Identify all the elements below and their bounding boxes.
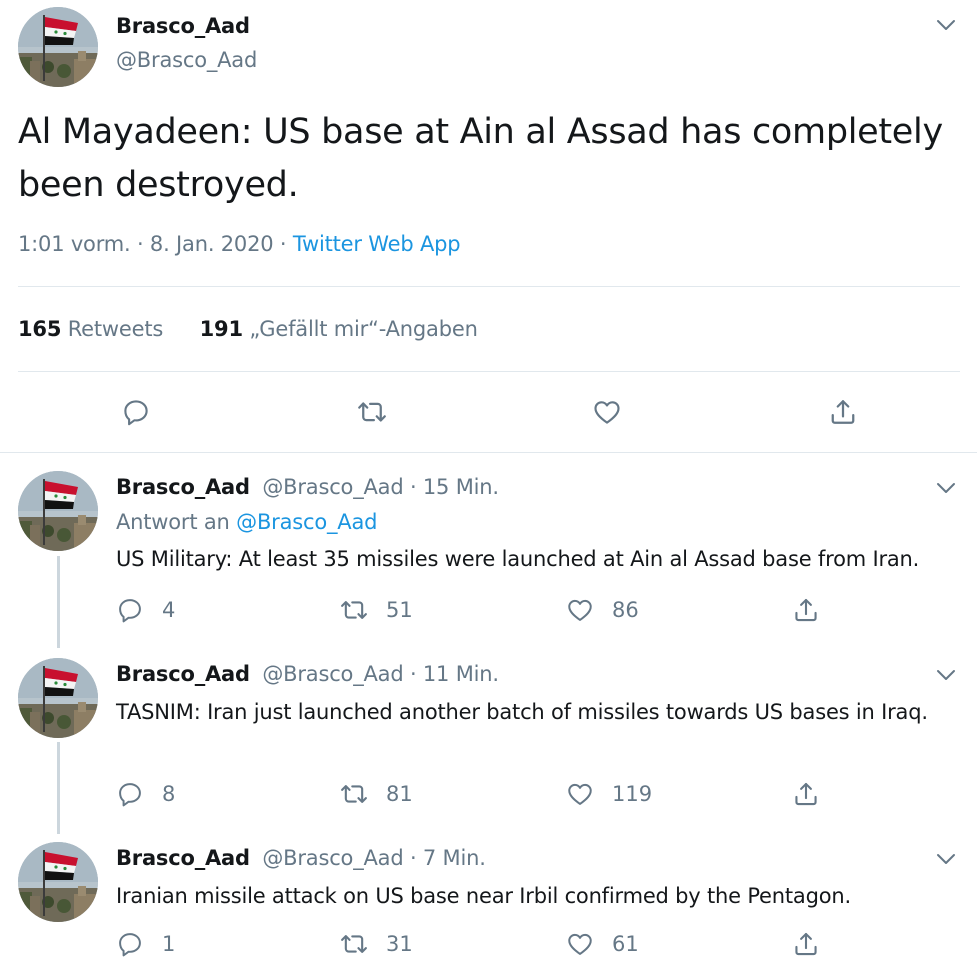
retweets-count: 165	[18, 317, 62, 341]
tweet-source-link[interactable]: Twitter Web App	[293, 232, 461, 256]
retweets-label: Retweets	[67, 317, 164, 341]
like-count: 86	[612, 598, 639, 622]
likes-label: „Gefällt mir“-Angaben	[249, 317, 478, 341]
like-count: 61	[612, 932, 639, 956]
tweet-time[interactable]: 1:01 vorm. · 8. Jan. 2020 ·	[18, 232, 293, 256]
reply-handle[interactable]: @Brasco_Aad	[262, 475, 403, 499]
avatar[interactable]	[18, 7, 98, 87]
reply-header: Brasco_Aad @Brasco_Aad · 15 Min.	[116, 475, 499, 499]
share-icon	[792, 780, 820, 808]
reply-time[interactable]: · 7 Min.	[403, 846, 486, 870]
reply-count: 8	[162, 782, 176, 806]
heart-icon	[566, 930, 594, 958]
reply-text: TASNIM: Iran just launched another batch…	[116, 700, 928, 724]
divider	[18, 371, 960, 372]
retweets-stat[interactable]: 165 Retweets	[18, 317, 163, 341]
reply-display-name[interactable]: Brasco_Aad	[116, 846, 250, 870]
retweet-icon[interactable]	[357, 397, 387, 427]
share-action[interactable]	[792, 930, 838, 958]
avatar[interactable]	[18, 658, 98, 738]
avatar[interactable]	[18, 842, 98, 922]
share-icon	[792, 930, 820, 958]
like-action[interactable]: 86	[566, 596, 639, 624]
author-handle[interactable]: @Brasco_Aad	[116, 48, 257, 72]
thread-line	[57, 742, 60, 834]
reply-action[interactable]: 4	[116, 596, 175, 624]
retweet-icon	[340, 780, 368, 808]
share-action[interactable]	[792, 780, 838, 808]
avatar-image	[18, 658, 98, 738]
heart-icon[interactable]	[592, 397, 622, 427]
retweet-count: 81	[386, 782, 413, 806]
reply-handle[interactable]: @Brasco_Aad	[262, 846, 403, 870]
tweet-text: Al Mayadeen: US base at Ain al Assad has…	[18, 112, 943, 205]
reply-to: Antwort an @Brasco_Aad	[116, 510, 377, 534]
divider	[18, 286, 960, 287]
avatar-image	[18, 7, 98, 87]
share-action[interactable]	[792, 596, 838, 624]
avatar-image	[18, 842, 98, 922]
reply-icon	[116, 596, 144, 624]
share-icon	[792, 596, 820, 624]
reply-time[interactable]: · 11 Min.	[403, 662, 499, 686]
reply-handle[interactable]: @Brasco_Aad	[262, 662, 403, 686]
retweet-action[interactable]: 51	[340, 596, 413, 624]
retweet-count: 31	[386, 932, 413, 956]
like-count: 119	[612, 782, 653, 806]
reply-display-name[interactable]: Brasco_Aad	[116, 475, 250, 499]
like-action[interactable]: 119	[566, 780, 652, 808]
chevron-down-icon[interactable]	[936, 481, 956, 495]
reply-icon[interactable]	[121, 397, 151, 427]
avatar-image	[18, 471, 98, 551]
chevron-down-icon[interactable]	[936, 852, 956, 866]
author-display-name[interactable]: Brasco_Aad	[116, 14, 250, 38]
likes-count: 191	[199, 317, 243, 341]
retweet-action[interactable]: 31	[340, 930, 413, 958]
reply-to-handle[interactable]: @Brasco_Aad	[236, 510, 377, 534]
likes-stat[interactable]: 191 „Gefällt mir“-Angaben	[200, 317, 478, 341]
thread-line	[57, 556, 60, 648]
heart-icon	[566, 596, 594, 624]
like-action[interactable]: 61	[566, 930, 639, 958]
reply-count: 1	[162, 932, 176, 956]
tweet-stats: 165 Retweets 191 „Gefällt mir“-Angaben	[18, 317, 478, 341]
chevron-down-icon[interactable]	[936, 18, 956, 32]
divider	[0, 452, 977, 453]
reply-header: Brasco_Aad @Brasco_Aad · 7 Min.	[116, 846, 486, 870]
reply-display-name[interactable]: Brasco_Aad	[116, 662, 250, 686]
reply-text: US Military: At least 35 missiles were l…	[116, 547, 920, 571]
reply-icon	[116, 780, 144, 808]
retweet-action[interactable]: 81	[340, 780, 413, 808]
share-icon[interactable]	[828, 397, 858, 427]
chevron-down-icon[interactable]	[936, 668, 956, 682]
reply-count: 4	[162, 598, 176, 622]
reply-text: Iranian missile attack on US base near I…	[116, 884, 851, 908]
reply-to-label: Antwort an	[116, 510, 237, 534]
reply-action[interactable]: 8	[116, 780, 175, 808]
reply-time[interactable]: · 15 Min.	[403, 475, 499, 499]
reply-icon	[116, 930, 144, 958]
retweet-icon	[340, 596, 368, 624]
reply-header: Brasco_Aad @Brasco_Aad · 11 Min.	[116, 662, 499, 686]
retweet-count: 51	[386, 598, 413, 622]
reply-action[interactable]: 1	[116, 930, 175, 958]
tweet-timestamp: 1:01 vorm. · 8. Jan. 2020 · Twitter Web …	[18, 232, 461, 256]
retweet-icon	[340, 930, 368, 958]
avatar[interactable]	[18, 471, 98, 551]
heart-icon	[566, 780, 594, 808]
